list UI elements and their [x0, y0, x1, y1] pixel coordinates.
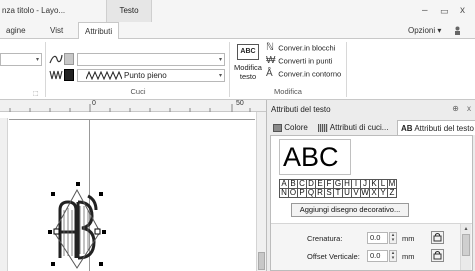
- property-area: Crenatura: 0.0 ▴ ▾ mm Offset Verticale: 0…: [271, 223, 472, 270]
- title-bar: nza titolo - Layo... Testo – ▭ x: [0, 0, 475, 22]
- font-combo[interactable]: ▾: [0, 53, 42, 66]
- crenatura-unit: mm: [402, 234, 415, 243]
- add-decorative-design-button[interactable]: Aggiungi disegno decorativo...: [291, 203, 409, 217]
- tab-attributi-testo[interactable]: AB Attributi del testo: [397, 120, 475, 135]
- convert-to-blocks-button[interactable]: ℕ Conver.in blocchi: [266, 43, 335, 55]
- tab-colore[interactable]: Colore: [270, 120, 315, 135]
- scrollbar-thumb[interactable]: [258, 252, 265, 270]
- abc-icon: ABC: [237, 44, 259, 60]
- panel-vertical-scrollbar[interactable]: ▴: [460, 224, 471, 270]
- scroll-up-icon[interactable]: ▴: [462, 225, 470, 233]
- fill-stitch-icon[interactable]: [49, 69, 63, 81]
- stitch-color-swatch-icon[interactable]: [64, 53, 74, 65]
- vertical-ruler: [0, 118, 8, 271]
- char-row-1: A B C D E F G H I J K L M: [279, 179, 397, 189]
- char-row-2: N O P Q R S T U V W X Y Z: [279, 188, 397, 198]
- tab-colore-label: Colore: [284, 123, 308, 132]
- block-n-icon: ℕ: [266, 42, 275, 53]
- ruler-ticks: [9, 104, 251, 112]
- group-label-cuci: Cuci: [130, 87, 146, 96]
- tab-attributi-testo-label: Attributi del testo: [414, 124, 474, 133]
- context-tab-testo[interactable]: Testo: [106, 0, 152, 22]
- chevron-down-icon: ▾: [218, 73, 222, 79]
- ribbon-separator: [346, 42, 347, 97]
- modifica-testo-button[interactable]: ABC Modifica testo: [232, 42, 264, 88]
- convert-outline-label: Conver.in contorno: [278, 69, 342, 79]
- crenatura-label: Crenatura:: [307, 234, 343, 243]
- offset-verticale-label: Offset Verticale:: [307, 252, 360, 261]
- scrollbar-thumb[interactable]: [462, 234, 470, 256]
- ruler-mark-50: 50: [236, 100, 244, 107]
- outline-a-icon: Å: [266, 68, 273, 79]
- convert-to-outline-button[interactable]: Å Conver.in contorno: [266, 69, 341, 81]
- offset-verticale-input[interactable]: 0.0: [367, 250, 388, 262]
- tab-attributi-cucitura[interactable]: Attributi di cuci...: [315, 120, 397, 135]
- close-button[interactable]: x: [460, 6, 465, 16]
- options-menu[interactable]: Opzioni ▾: [402, 22, 447, 39]
- ribbon-separator: [45, 42, 46, 97]
- person-icon[interactable]: [454, 26, 461, 35]
- group-label-modifica: Modifica: [274, 87, 302, 96]
- ribbon: ▾ ⬚ ▾ Punto pieno ▾ Cuci ABC Modifica te…: [0, 39, 475, 100]
- ab-icon: AB: [401, 124, 413, 133]
- text-attributes-panel: Attributi del testo ⊕ x Colore Attributi…: [266, 100, 475, 271]
- modifica-testo-label-2: testo: [239, 72, 257, 81]
- char-cell[interactable]: Z: [387, 188, 397, 198]
- tab-pagine[interactable]: agine: [0, 22, 32, 39]
- running-stitch-icon[interactable]: [49, 53, 63, 65]
- close-icon[interactable]: x: [467, 104, 471, 113]
- crenatura-reset-button[interactable]: [431, 231, 444, 244]
- chevron-down-icon: ▾: [437, 26, 442, 35]
- window-title: nza titolo - Layo...: [2, 6, 66, 15]
- fill-color-swatch-icon[interactable]: [64, 69, 74, 81]
- panel-content: ABC A B C D E F G H I J K L M N O P Q R …: [270, 135, 473, 271]
- offset-verticale-unit: mm: [402, 252, 415, 261]
- horizontal-ruler: 0 50: [0, 100, 266, 112]
- ruler-mark-0: 0: [92, 100, 96, 107]
- tab-attributi-cucitura-label: Attributi di cuci...: [329, 123, 389, 132]
- chevron-down-icon: ▾: [35, 57, 39, 63]
- context-tab-label: Testo: [119, 6, 139, 15]
- monogram-design[interactable]: [46, 180, 110, 270]
- design-canvas[interactable]: [0, 112, 256, 271]
- group-launcher-icon[interactable]: ⬚: [33, 90, 39, 97]
- crenatura-input[interactable]: 0.0: [367, 232, 388, 244]
- offset-verticale-reset-button[interactable]: [431, 249, 444, 262]
- crenatura-spinner[interactable]: ▴ ▾: [389, 232, 397, 244]
- hoop-border: [9, 119, 255, 120]
- fill-stitch-combo[interactable]: Punto pieno ▾: [77, 69, 225, 82]
- zigzag-icon: [85, 70, 123, 81]
- character-grid: A B C D E F G H I J K L M N O P Q R S T …: [279, 179, 397, 198]
- pin-icon[interactable]: ⊕: [452, 104, 459, 113]
- tab-vista[interactable]: Vist: [44, 22, 69, 39]
- ribbon-separator: [229, 42, 230, 97]
- tab-attributi[interactable]: Attributi: [78, 22, 120, 40]
- ribbon-tabs: agine Vist Attributi Opzioni ▾: [0, 22, 475, 40]
- panel-title: Attributi del testo: [271, 105, 331, 114]
- color-icon: [273, 123, 282, 132]
- convert-to-stitches-button[interactable]: ₩ Converti in punti: [266, 56, 332, 68]
- stitch-attributes-icon: [318, 123, 328, 132]
- chevron-down-icon: ▾: [218, 57, 222, 63]
- convert-blocks-label: Conver.in blocchi: [278, 43, 336, 53]
- minimize-button[interactable]: –: [422, 6, 428, 16]
- offset-verticale-spinner[interactable]: ▴ ▾: [389, 250, 397, 262]
- panel-controls: ⊕ x: [452, 104, 471, 113]
- options-label: Opzioni: [408, 26, 436, 35]
- text-preview: ABC: [279, 139, 351, 175]
- canvas-vertical-scrollbar[interactable]: [256, 112, 266, 271]
- maximize-button[interactable]: ▭: [440, 6, 449, 16]
- outline-stitch-combo[interactable]: ▾: [77, 53, 225, 66]
- stitch-type-label: Punto pieno: [124, 71, 167, 80]
- modifica-testo-label-1: Modifica: [234, 63, 262, 72]
- stitch-n-icon: ₩: [266, 55, 276, 66]
- convert-stitches-label: Converti in punti: [278, 56, 333, 66]
